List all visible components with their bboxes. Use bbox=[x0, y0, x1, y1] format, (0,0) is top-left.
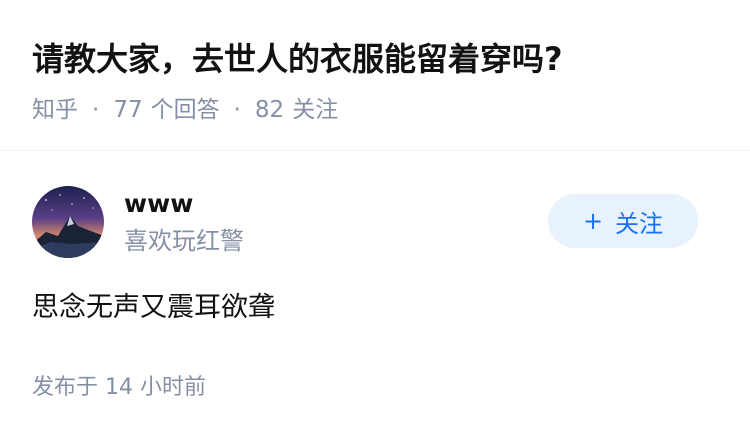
avatar[interactable] bbox=[32, 186, 104, 258]
author-name[interactable]: www bbox=[124, 186, 244, 222]
source-label[interactable]: 知乎 bbox=[32, 94, 78, 126]
publish-time: 发布于 14 小时前 bbox=[32, 372, 206, 404]
published-time: 14 小时前 bbox=[105, 375, 207, 400]
question-meta: 知乎 · 77 个回答 · 82 关注 bbox=[32, 94, 730, 126]
follow-button-label: 关注 bbox=[615, 209, 664, 238]
plus-icon: + bbox=[582, 207, 604, 235]
question-title[interactable]: 请教大家，去世人的衣服能留着穿吗? bbox=[32, 36, 730, 82]
author-info: www 喜欢玩红警 bbox=[124, 186, 244, 258]
followers-count: 82 bbox=[254, 97, 285, 123]
answer-page: 请教大家，去世人的衣服能留着穿吗? 知乎 · 77 个回答 · 82 关注 ww… bbox=[0, 0, 750, 438]
answer-content[interactable]: 思念无声又震耳欲聋 bbox=[32, 288, 275, 328]
follow-button[interactable]: + 关注 bbox=[548, 194, 698, 248]
author-row: www 喜欢玩红警 + 关注 bbox=[32, 186, 718, 258]
followers-label: 关注 bbox=[292, 97, 339, 123]
published-label: 发布于 bbox=[32, 375, 99, 400]
answers-count: 77 bbox=[113, 97, 143, 123]
question-header: 请教大家，去世人的衣服能留着穿吗? 知乎 · 77 个回答 · 82 关注 bbox=[32, 36, 730, 126]
mountain-night-sky-avatar-icon bbox=[32, 186, 104, 258]
answers-label[interactable]: 个回答 bbox=[151, 94, 220, 126]
meta-separator: · bbox=[233, 97, 241, 123]
section-divider bbox=[0, 150, 750, 151]
meta-separator: · bbox=[92, 97, 100, 123]
author-bio: 喜欢玩红警 bbox=[124, 227, 244, 255]
